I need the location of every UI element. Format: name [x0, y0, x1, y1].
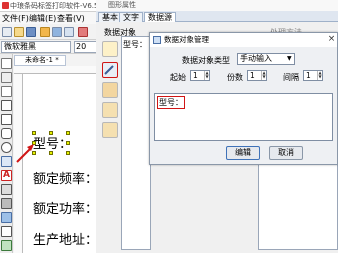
main-app-window: 中琅条码标签打印软件-V6.5.3 文件(F) 编辑(E) 查看(V) 微软雅黑… — [0, 0, 100, 253]
copy-icon[interactable] — [52, 27, 62, 37]
count-stepper[interactable]: 1 ▲ ▼ — [247, 70, 267, 81]
move-up-button[interactable] — [102, 102, 118, 118]
interval-stepper[interactable]: 1 ▲ ▼ — [303, 70, 323, 81]
selection-handle[interactable] — [66, 131, 70, 135]
start-label: 起始 — [170, 73, 186, 82]
app-title: 中琅条码标签打印软件-V6.5.3 — [10, 2, 100, 10]
interval-label: 间隔 — [283, 73, 299, 82]
properties-tabs: 基本 文字 数据源 — [96, 11, 338, 22]
data-objects-list[interactable] — [121, 36, 151, 250]
font-size-select[interactable]: 20 — [74, 41, 98, 53]
open-folder-icon[interactable] — [14, 27, 24, 37]
document-tab[interactable]: 未命名-1 * — [14, 55, 66, 66]
drawing-tools-panel: A — [0, 54, 13, 253]
menu-edit[interactable]: 编辑(E) — [29, 13, 56, 24]
delete-data-object-button[interactable] — [102, 82, 118, 98]
selection-handle[interactable] — [49, 131, 53, 135]
canvas-text-address[interactable]: 生产地址： — [33, 229, 98, 248]
polygon-tool-icon[interactable] — [1, 156, 12, 167]
selection-handle[interactable] — [66, 141, 70, 145]
save-icon[interactable] — [26, 27, 36, 37]
chevron-down-icon[interactable]: ▼ — [287, 55, 292, 62]
dialog-window-icon — [153, 36, 161, 44]
dialog-title: 数据对象管理 — [164, 35, 209, 44]
start-value: 1 — [193, 71, 198, 80]
menubar: 文件(F) 编辑(E) 查看(V) — [0, 12, 99, 24]
dialog-titlebar: 数据对象管理 — [150, 33, 337, 47]
app-logo-icon — [2, 2, 9, 9]
red-arrow-annotation-icon — [16, 144, 34, 163]
selection-handle[interactable] — [49, 151, 53, 155]
menu-view[interactable]: 查看(V) — [57, 13, 85, 24]
paste-icon[interactable] — [64, 27, 74, 37]
new-file-icon[interactable] — [2, 27, 12, 37]
delete-icon[interactable] — [78, 27, 88, 37]
cancel-button[interactable]: 取消 — [269, 146, 303, 160]
canvas-text-power[interactable]: 额定功率： — [33, 198, 98, 217]
ellipse-tool-icon[interactable] — [1, 142, 12, 153]
count-label: 份数 — [227, 73, 243, 82]
table-tool-icon[interactable] — [1, 226, 12, 237]
edit-button[interactable]: 编辑 — [226, 146, 260, 160]
app-titlebar: 中琅条码标签打印软件-V6.5.3 — [0, 0, 100, 12]
rectangle-tool-icon[interactable] — [1, 114, 12, 125]
main-toolbar — [0, 24, 99, 40]
stepper-arrows-icon[interactable]: ▲ ▼ — [204, 71, 209, 80]
start-stepper[interactable]: 1 ▲ ▼ — [190, 70, 210, 81]
cut-icon[interactable] — [40, 27, 50, 37]
horizontal-ruler — [14, 66, 99, 74]
edit-data-object-button[interactable] — [102, 62, 118, 78]
image-tool-icon[interactable] — [1, 212, 12, 223]
move-down-button[interactable] — [102, 122, 118, 138]
close-icon[interactable]: × — [327, 35, 336, 44]
rounded-rect-tool-icon[interactable] — [1, 128, 12, 139]
text-tool-icon[interactable]: A — [1, 170, 12, 181]
stepper-arrows-icon[interactable]: ▲ ▼ — [317, 71, 322, 80]
content-textarea[interactable]: 型号： — [154, 93, 333, 141]
menu-file[interactable]: 文件(F) — [2, 13, 29, 24]
content-text-highlighted: 型号： — [157, 96, 185, 109]
font-family-select[interactable]: 微软雅黑 — [1, 41, 71, 53]
add-data-object-button[interactable] — [102, 41, 118, 57]
line-tool-icon[interactable] — [1, 100, 12, 111]
data-object-dialog: 数据对象管理 × 数据对象类型 手动输入 ▼ 起始 1 ▲ ▼ 份数 1 ▲ ▼ 间… — [149, 32, 338, 165]
data-object-item[interactable]: 型号： — [123, 39, 147, 50]
qrcode-tool-icon[interactable] — [1, 198, 12, 209]
properties-title: 图形属性 — [96, 0, 338, 11]
barcode-tool-icon[interactable] — [1, 184, 12, 195]
count-value: 1 — [250, 71, 255, 80]
document-tab-label: 未命名-1 * — [25, 56, 59, 64]
selection-handle[interactable] — [66, 151, 70, 155]
data-type-value: 手动输入 — [240, 54, 272, 63]
pan-tool-icon[interactable] — [1, 72, 12, 83]
stepper-arrows-icon[interactable]: ▲ ▼ — [261, 71, 266, 80]
zoom-tool-icon[interactable] — [1, 86, 12, 97]
interval-value: 1 — [306, 71, 311, 80]
curve-tool-icon[interactable] — [1, 240, 12, 251]
edit-pencil-icon — [104, 65, 114, 75]
canvas-text-frequency[interactable]: 额定频率： — [33, 168, 98, 187]
selection-handle[interactable] — [32, 131, 36, 135]
pointer-tool-icon[interactable] — [1, 58, 12, 69]
data-type-label: 数据对象类型 — [182, 56, 230, 65]
tab-text[interactable]: 文字 — [119, 12, 143, 22]
font-toolbar: 微软雅黑 20 — [0, 40, 99, 54]
tab-datasource[interactable]: 数据源 — [144, 12, 176, 22]
